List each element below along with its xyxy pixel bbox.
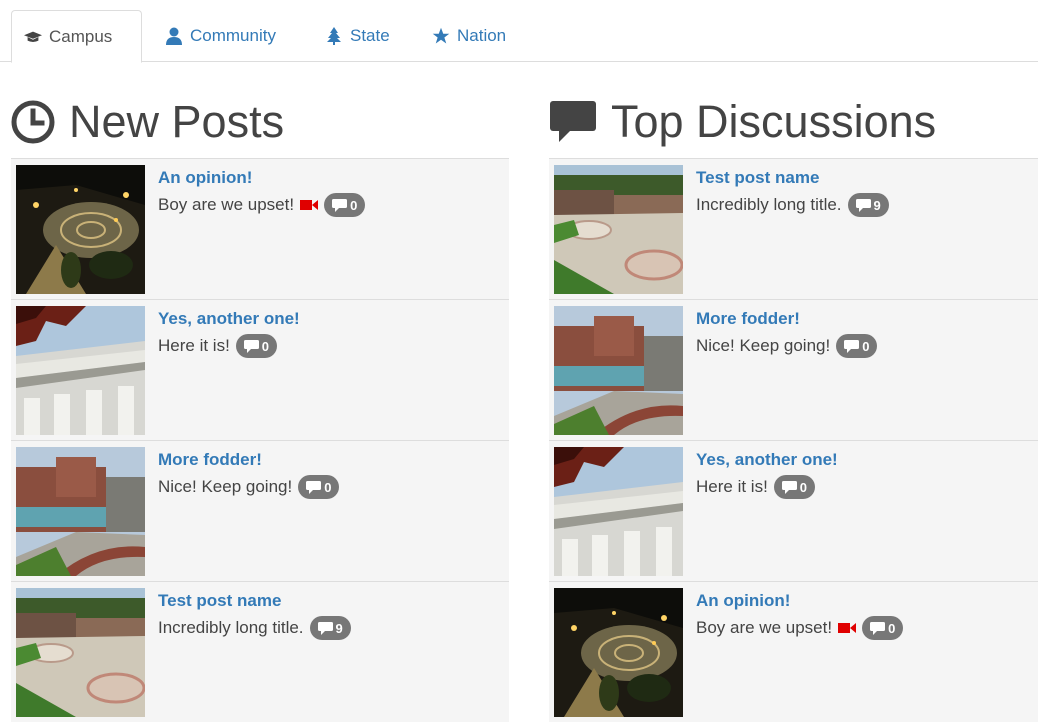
- top-discussions-section: Top Discussions Test post name Incredibly…: [549, 88, 1038, 722]
- comment-icon: [317, 621, 333, 635]
- comment-icon: [549, 100, 597, 144]
- top-discussions-heading: Top Discussions: [549, 88, 1038, 156]
- post-description: Incredibly long title. 9: [158, 616, 351, 640]
- tree-icon: [325, 27, 343, 45]
- tab-bar: Campus Community State Nation: [0, 10, 1038, 63]
- tab-label: Nation: [457, 26, 507, 45]
- tab-nation[interactable]: Nation: [420, 10, 518, 62]
- comment-count: 0: [799, 479, 808, 495]
- comment-count-badge[interactable]: 0: [836, 334, 878, 358]
- post-title-link[interactable]: An opinion!: [158, 168, 252, 188]
- post-title-link[interactable]: An opinion!: [696, 591, 790, 611]
- post-thumbnail[interactable]: [554, 588, 683, 717]
- post-title-link[interactable]: Yes, another one!: [696, 450, 838, 470]
- video-camera-icon: [300, 199, 319, 211]
- star-icon: [432, 27, 450, 45]
- post-thumbnail[interactable]: [16, 447, 145, 576]
- tab-label: Campus: [49, 26, 113, 46]
- comment-icon: [844, 339, 860, 353]
- post-title-link[interactable]: Test post name: [696, 168, 819, 188]
- tab-label: Community: [190, 26, 276, 45]
- post-description-text: Here it is!: [158, 336, 230, 355]
- tab-state[interactable]: State: [313, 10, 402, 62]
- top-discussions-list: Test post name Incredibly long title. 9 Mor…: [549, 158, 1038, 722]
- user-icon: [165, 27, 183, 45]
- graduation-cap-icon: [24, 28, 42, 46]
- post-description: Boy are we upset! 0: [158, 193, 366, 217]
- tab-label: State: [350, 26, 390, 45]
- comment-icon: [870, 621, 886, 635]
- post-thumbnail[interactable]: [16, 165, 145, 294]
- post-description: Incredibly long title. 9: [696, 193, 889, 217]
- comment-icon: [781, 480, 797, 494]
- comment-icon: [855, 198, 871, 212]
- post-title-link[interactable]: Yes, another one!: [158, 309, 300, 329]
- post-description: Boy are we upset! 0: [696, 616, 904, 640]
- post-description: Here it is! 0: [696, 475, 816, 499]
- comment-count: 0: [862, 338, 870, 354]
- comment-count-badge[interactable]: 9: [309, 616, 351, 640]
- new-posts-section: New Posts An opinion! Boy are we upset! 0 Y…: [11, 88, 509, 722]
- comment-icon: [306, 480, 322, 494]
- list-item[interactable]: An opinion! Boy are we upset! 0: [11, 158, 509, 299]
- post-title-link[interactable]: Test post name: [158, 591, 281, 611]
- list-item[interactable]: Test post name Incredibly long title. 9: [549, 158, 1038, 299]
- post-description-text: Incredibly long title.: [158, 618, 304, 637]
- comment-count: 0: [350, 197, 358, 213]
- tab-community[interactable]: Community: [153, 10, 288, 62]
- list-item[interactable]: Test post name Incredibly long title. 9: [11, 581, 509, 722]
- comment-count-badge[interactable]: 0: [862, 616, 904, 640]
- comment-count-badge[interactable]: 0: [324, 193, 366, 217]
- post-description-text: Boy are we upset!: [158, 195, 295, 214]
- post-thumbnail[interactable]: [554, 165, 683, 294]
- new-posts-list: An opinion! Boy are we upset! 0 Yes, anothe…: [11, 158, 509, 722]
- comment-count: 9: [873, 197, 881, 213]
- comment-icon: [332, 198, 348, 212]
- post-thumbnail[interactable]: [16, 306, 145, 435]
- post-description-text: Nice! Keep going!: [696, 336, 831, 355]
- comment-count-badge[interactable]: 0: [298, 475, 340, 499]
- comment-count: 9: [335, 620, 343, 636]
- list-item[interactable]: More fodder! Nice! Keep going! 0: [549, 299, 1038, 440]
- new-posts-heading: New Posts: [11, 88, 509, 156]
- section-title: Top Discussions: [611, 96, 937, 147]
- page-title: New Posts: [69, 96, 285, 147]
- video-camera-icon: [838, 622, 857, 634]
- post-title-link[interactable]: More fodder!: [696, 309, 800, 329]
- comment-count: 0: [261, 338, 270, 354]
- post-thumbnail[interactable]: [554, 447, 683, 576]
- post-description: Nice! Keep going! 0: [158, 475, 340, 499]
- comment-count: 0: [888, 620, 896, 636]
- post-description-text: Nice! Keep going!: [158, 477, 293, 496]
- post-description: Here it is! 0: [158, 334, 278, 358]
- post-title-link[interactable]: More fodder!: [158, 450, 262, 470]
- post-description: Nice! Keep going! 0: [696, 334, 878, 358]
- comment-count: 0: [324, 479, 332, 495]
- comment-count-badge[interactable]: 0: [773, 475, 816, 499]
- post-thumbnail[interactable]: [554, 306, 683, 435]
- clock-icon: [11, 100, 55, 144]
- comment-count-badge[interactable]: 0: [235, 334, 278, 358]
- post-description-text: Boy are we upset!: [696, 618, 833, 637]
- list-item[interactable]: More fodder! Nice! Keep going! 0: [11, 440, 509, 581]
- list-item[interactable]: Yes, another one! Here it is! 0: [11, 299, 509, 440]
- post-thumbnail[interactable]: [16, 588, 145, 717]
- post-description-text: Here it is!: [696, 477, 768, 496]
- list-item[interactable]: Yes, another one! Here it is! 0: [549, 440, 1038, 581]
- tab-campus[interactable]: Campus: [11, 10, 142, 63]
- list-item[interactable]: An opinion! Boy are we upset! 0: [549, 581, 1038, 722]
- comment-icon: [243, 339, 259, 353]
- post-description-text: Incredibly long title.: [696, 195, 842, 214]
- comment-count-badge[interactable]: 9: [847, 193, 889, 217]
